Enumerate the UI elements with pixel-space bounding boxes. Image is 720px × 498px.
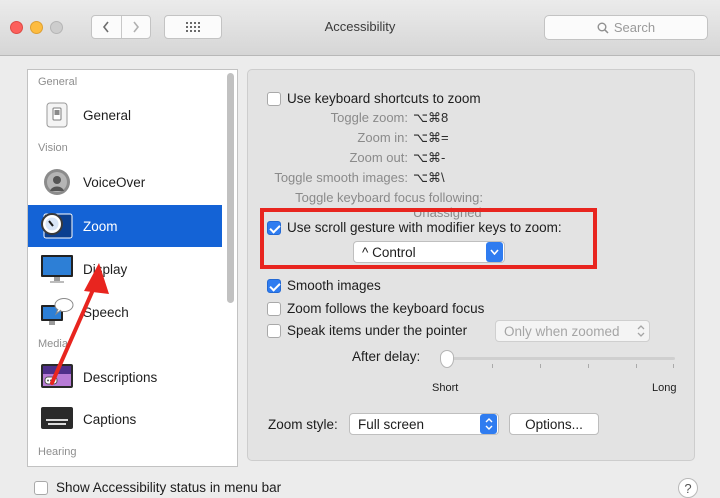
speak-items-popup-value: Only when zoomed	[504, 323, 620, 339]
delay-short-label: Short	[432, 382, 459, 394]
speak-items-popup[interactable]: Only when zoomed	[495, 320, 650, 342]
general-switch-icon	[36, 102, 78, 128]
section-header-vision: Vision	[38, 142, 68, 154]
section-header-hearing: Hearing	[38, 446, 77, 458]
zoom-icon	[36, 211, 78, 241]
smooth-images-option[interactable]: Smooth images	[267, 278, 381, 293]
shortcut-value: ⌥⌘-	[413, 150, 446, 165]
slider-tick	[636, 364, 637, 368]
slider-tick	[540, 364, 541, 368]
sidebar-item-label: Captions	[83, 411, 137, 427]
scroll-gesture-checkbox[interactable]	[267, 220, 281, 235]
zoom-style-label: Zoom style:	[268, 417, 338, 432]
sidebar-item-zoom[interactable]: Zoom	[28, 205, 222, 247]
sidebar-item-general[interactable]: General	[28, 94, 222, 136]
captions-icon	[36, 406, 78, 432]
speak-items-option[interactable]: Speak items under the pointer	[267, 323, 467, 338]
slider-track	[440, 357, 675, 360]
sidebar-item-label: General	[83, 107, 132, 123]
shortcut-value: ⌥⌘8	[413, 110, 449, 125]
sidebar: General General Vision VoiceOver Zoom Di…	[27, 69, 238, 467]
smooth-images-checkbox[interactable]	[267, 278, 281, 293]
slider-thumb[interactable]	[440, 350, 454, 368]
up-down-chevron-icon	[633, 325, 649, 337]
keyboard-shortcuts-label: Use keyboard shortcuts to zoom	[287, 91, 481, 106]
shortcut-label: Toggle keyboard focus following:	[295, 190, 483, 205]
descriptions-icon	[36, 363, 78, 391]
status-menu-label: Show Accessibility status in menu bar	[56, 480, 282, 495]
zoom-style-popup[interactable]: Full screen	[349, 413, 499, 435]
shortcut-toggle-zoom: Toggle zoom: ⌥⌘8	[248, 110, 483, 126]
zoom-settings-pane	[247, 69, 695, 461]
follow-focus-checkbox[interactable]	[267, 301, 281, 316]
shortcut-label: Toggle smooth images:	[274, 170, 408, 185]
smooth-images-label: Smooth images	[287, 278, 381, 293]
modifier-key-popup[interactable]: ^ Control	[353, 241, 505, 263]
help-button[interactable]: ?	[678, 478, 698, 498]
shortcut-value: ⌥⌘=	[413, 130, 449, 145]
sidebar-item-voiceover[interactable]: VoiceOver	[28, 161, 222, 203]
speak-items-checkbox[interactable]	[267, 323, 281, 338]
search-icon	[597, 22, 609, 34]
zoom-style-value: Full screen	[358, 416, 425, 432]
speech-bubble-icon	[36, 297, 78, 327]
keyboard-shortcuts-option[interactable]: Use keyboard shortcuts to zoom	[267, 91, 481, 106]
status-menu-checkbox[interactable]	[34, 480, 48, 495]
sidebar-item-label: Descriptions	[83, 369, 158, 385]
shortcut-label: Toggle zoom:	[330, 110, 408, 125]
modifier-key-value: ^ Control	[362, 244, 416, 260]
shortcut-smooth-images: Toggle smooth images: ⌥⌘\	[248, 170, 483, 186]
shortcut-value: Unassigned	[413, 205, 482, 220]
shortcut-label: Zoom in:	[357, 130, 408, 145]
chevron-down-icon	[486, 242, 503, 262]
voiceover-icon	[36, 168, 78, 196]
sidebar-item-captions[interactable]: Captions	[28, 398, 222, 440]
shortcut-keyboard-focus: Toggle keyboard focus following:Unassign…	[248, 190, 483, 220]
sidebar-item-descriptions[interactable]: Descriptions	[28, 356, 222, 398]
shortcut-label: Zoom out:	[349, 150, 408, 165]
section-header-general: General	[38, 76, 78, 88]
shortcut-value: ⌥⌘\	[413, 170, 445, 185]
shortcut-zoom-out: Zoom out: ⌥⌘-	[248, 150, 483, 166]
sidebar-item-speech[interactable]: Speech	[28, 291, 222, 333]
slider-tick	[673, 364, 674, 368]
sidebar-item-label: VoiceOver	[83, 174, 146, 190]
after-delay-label: After delay:	[352, 349, 421, 364]
scroll-gesture-option[interactable]: Use scroll gesture with modifier keys to…	[267, 220, 562, 235]
sidebar-item-display[interactable]: Display	[28, 248, 222, 290]
keyboard-shortcuts-checkbox[interactable]	[267, 91, 281, 106]
section-header-media: Media	[38, 338, 68, 350]
sidebar-item-label: Display	[83, 261, 128, 277]
slider-tick	[492, 364, 493, 368]
slider-tick	[588, 364, 589, 368]
scroll-gesture-label: Use scroll gesture with modifier keys to…	[287, 220, 562, 235]
follow-focus-label: Zoom follows the keyboard focus	[287, 301, 485, 316]
search-field[interactable]: Search	[544, 15, 708, 40]
sidebar-item-label: Zoom	[83, 218, 118, 234]
title-bar: Accessibility Search	[0, 0, 720, 56]
up-down-chevron-icon	[480, 414, 497, 434]
sidebar-item-label: Speech	[83, 304, 129, 320]
display-monitor-icon	[36, 254, 78, 284]
search-placeholder: Search	[613, 20, 656, 35]
options-button[interactable]: Options...	[509, 413, 599, 435]
shortcut-zoom-in: Zoom in: ⌥⌘=	[248, 130, 483, 146]
follow-focus-option[interactable]: Zoom follows the keyboard focus	[267, 301, 484, 316]
sidebar-scrollbar[interactable]	[227, 73, 234, 303]
delay-long-label: Long	[652, 382, 677, 394]
status-menu-option[interactable]: Show Accessibility status in menu bar	[34, 480, 281, 495]
delay-slider[interactable]	[440, 349, 675, 375]
speak-items-label: Speak items under the pointer	[287, 323, 468, 338]
